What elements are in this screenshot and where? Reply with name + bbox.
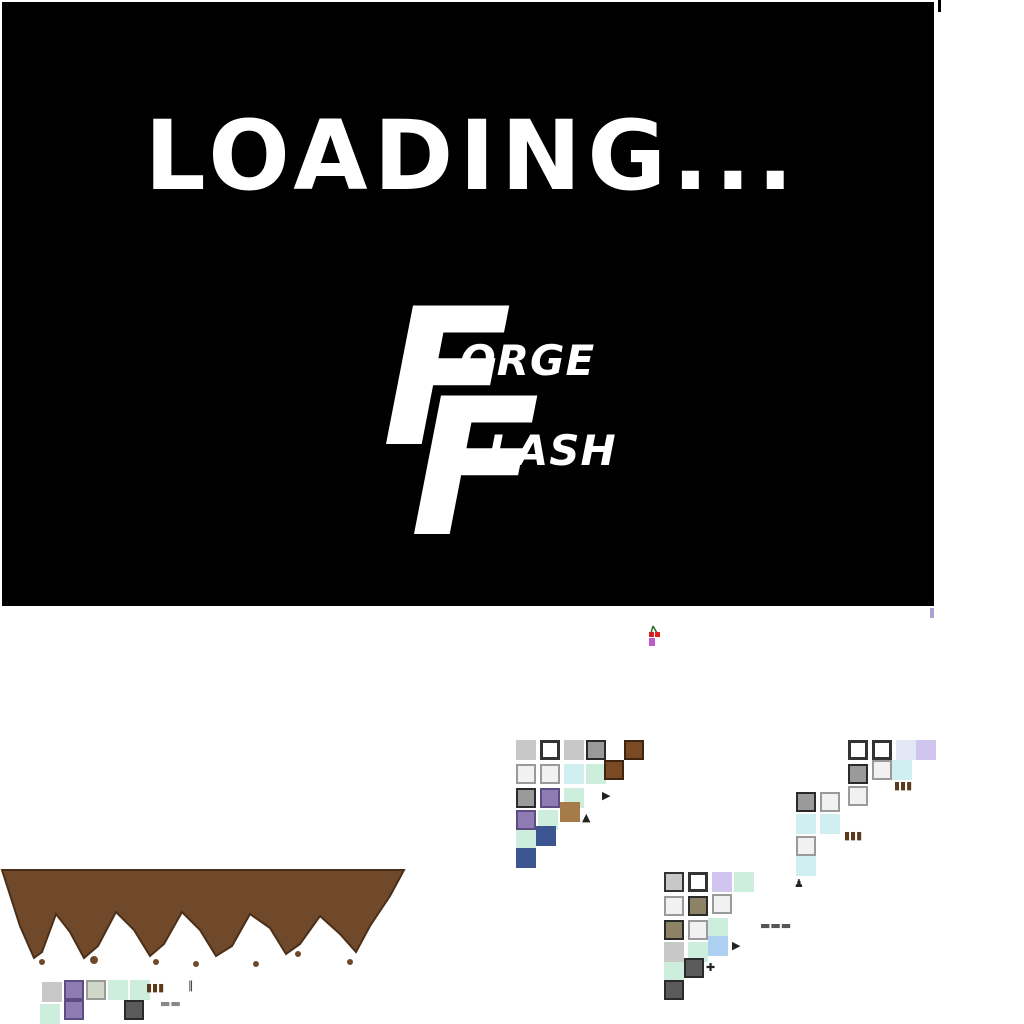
tileset-block-middle: ▶ ▲ xyxy=(516,740,666,870)
tile xyxy=(848,764,868,784)
tile xyxy=(688,896,708,916)
tile xyxy=(712,894,732,914)
tile xyxy=(64,1000,84,1020)
tile xyxy=(684,958,704,978)
arrow-sprite: ✚ xyxy=(706,961,716,974)
tile xyxy=(516,810,536,830)
tile xyxy=(796,836,816,856)
tile xyxy=(516,788,536,808)
tile xyxy=(688,872,708,892)
tile xyxy=(820,814,840,834)
forge-flash-logo: F ORGE F LASH xyxy=(382,284,616,564)
tile xyxy=(820,792,840,812)
tile xyxy=(586,740,606,760)
tile xyxy=(516,740,536,760)
tile xyxy=(108,980,128,1000)
tile xyxy=(872,760,892,780)
tile xyxy=(516,830,536,850)
tile xyxy=(872,740,892,760)
crate-sprite xyxy=(604,760,624,780)
tile xyxy=(664,980,684,1000)
tile xyxy=(42,982,62,1002)
tile xyxy=(892,760,912,780)
crate-sprite xyxy=(624,740,644,760)
tile xyxy=(86,980,106,1000)
tile xyxy=(536,826,556,846)
tree-sprite: ▮▮▮ xyxy=(146,981,165,994)
loading-text: LOADING... xyxy=(144,100,800,212)
tree-sprite: ▮▮▮ xyxy=(894,779,913,792)
tile xyxy=(564,740,584,760)
tile xyxy=(540,788,560,808)
tile xyxy=(848,786,868,806)
tile xyxy=(560,802,580,822)
tile xyxy=(540,740,560,760)
tile xyxy=(734,872,754,892)
game-canvas[interactable]: LOADING... F ORGE F LASH xyxy=(2,2,934,606)
tile xyxy=(848,740,868,760)
tree-sprite: ▮▮▮ xyxy=(844,829,863,842)
arrow-sprite: ▶ xyxy=(602,789,611,802)
tile xyxy=(916,740,936,760)
tile xyxy=(708,936,728,956)
ground-tile-strip xyxy=(0,866,406,976)
cloud-sprite: ▬▬ xyxy=(160,997,181,1010)
tile xyxy=(540,764,560,784)
arrow-sprite: ▲ xyxy=(582,811,591,824)
tileset-strip-bottom: ▮▮▮ ∥ ▬▬ xyxy=(40,980,240,1024)
tile xyxy=(664,872,684,892)
tree-sprite: ∥ xyxy=(188,979,194,992)
tile xyxy=(796,856,816,876)
cherry-sprite xyxy=(648,624,662,646)
scroll-handle[interactable] xyxy=(930,608,934,618)
tile xyxy=(40,1004,60,1024)
tileset-block-right: ▮▮▮ ▮▮▮ ♟ ▬▬▬ ▶ ✚ xyxy=(664,740,940,1002)
cursor-icon xyxy=(938,0,941,12)
tile xyxy=(708,918,728,938)
tile xyxy=(796,792,816,812)
arrow-sprite: ▶ xyxy=(732,939,741,952)
tile xyxy=(688,920,708,940)
tile xyxy=(64,980,84,1000)
tile xyxy=(516,764,536,784)
tile xyxy=(586,764,606,784)
logo-flash-rest: LASH xyxy=(488,426,617,475)
arrow-sprite: ♟ xyxy=(794,877,804,890)
tile xyxy=(664,962,684,982)
tile xyxy=(796,814,816,834)
tile xyxy=(664,920,684,940)
tile xyxy=(712,872,732,892)
tile xyxy=(516,848,536,868)
tile xyxy=(664,942,684,962)
tile xyxy=(664,896,684,916)
tile xyxy=(564,764,584,784)
tile xyxy=(896,740,916,760)
cloud-sprite: ▬▬▬ xyxy=(760,919,792,932)
tile xyxy=(124,1000,144,1020)
